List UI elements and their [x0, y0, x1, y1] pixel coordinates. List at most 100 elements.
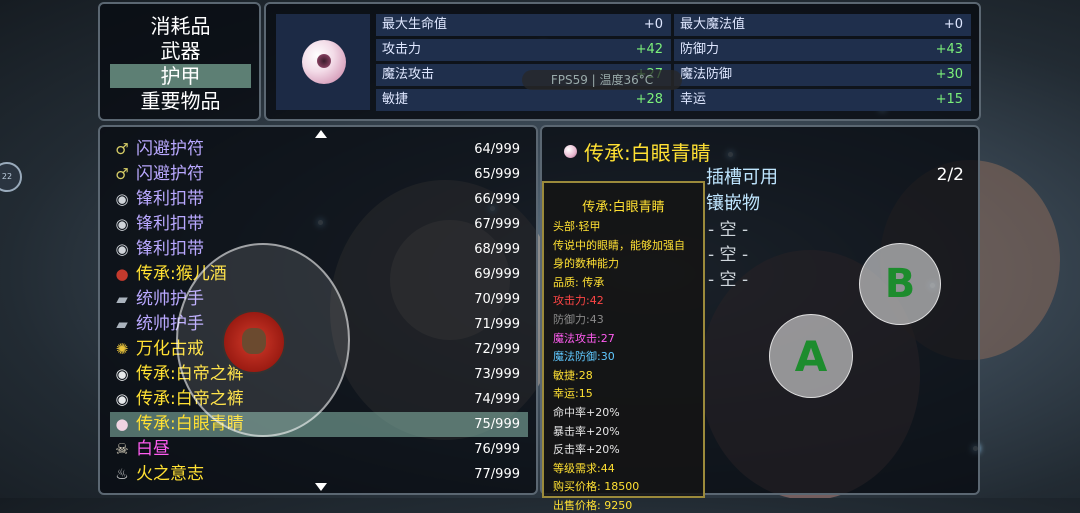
inventory-row[interactable]: ☠ 白昼 76/999	[110, 437, 528, 462]
category-menu: 消耗品 武器 护甲 重要物品	[98, 2, 261, 121]
item-count: 70/999	[474, 292, 520, 307]
item-name: 锋利扣带	[136, 214, 204, 234]
tooltip-line: 魔法攻击:27	[553, 331, 615, 345]
eyeball-icon	[302, 40, 346, 84]
stat-value: +28	[635, 92, 663, 107]
item-count: 71/999	[474, 317, 520, 332]
belt-icon: ◉	[115, 215, 129, 233]
item-count: 72/999	[474, 342, 520, 357]
category-weapons[interactable]: 武器	[110, 39, 251, 63]
inventory-row[interactable]: ♂ 闪避护符 65/999	[110, 162, 528, 187]
tooltip-line: 头部·轻甲	[553, 220, 601, 233]
skull-icon: ☠	[115, 440, 129, 458]
item-count: 68/999	[474, 242, 520, 257]
stat-label: 最大魔法值	[680, 17, 746, 32]
item-count: 77/999	[474, 467, 520, 482]
tooltip-line: 幸运:15	[553, 387, 593, 401]
tooltip-line: 传说中的眼睛，能够加强自	[553, 238, 685, 252]
item-count: 67/999	[474, 217, 520, 232]
stat-value: +0	[643, 17, 663, 32]
tooltip-line: 攻击力:42	[553, 294, 604, 308]
tooltip-line: 反击率+20%	[553, 443, 620, 457]
stat-label: 攻击力	[382, 42, 422, 57]
item-count: 76/999	[474, 442, 520, 457]
joystick-knob[interactable]	[222, 310, 286, 374]
tooltip-line: 品质: 传承	[553, 275, 605, 289]
gauntlet-icon: ▰	[116, 315, 128, 333]
gem-slot[interactable]: - 空 -	[708, 240, 748, 265]
amulet-icon: ♂	[115, 140, 129, 158]
eyeball-icon	[564, 145, 577, 158]
stat-row: 最大魔法值 +0	[674, 14, 971, 36]
belt-icon: ◉	[115, 240, 129, 258]
tooltip-line: 命中率+20%	[553, 406, 620, 419]
b-button[interactable]: B	[859, 243, 941, 325]
item-count: 66/999	[474, 192, 520, 207]
stat-value: +15	[935, 92, 963, 107]
tooltip-title: 传承:白眼青睛	[582, 200, 665, 215]
inventory-row[interactable]: ● 传承:白眼青睛 75/999	[110, 412, 528, 437]
stat-row: 敏捷 +28	[376, 89, 671, 111]
gem-label: 镶嵌物	[706, 193, 760, 214]
gem-slot[interactable]: - 空 -	[708, 265, 748, 290]
category-consumables[interactable]: 消耗品	[110, 14, 251, 38]
stat-label: 防御力	[680, 42, 720, 57]
tooltip-line: 暴击率+20%	[553, 424, 620, 438]
stat-label: 最大生命值	[382, 17, 448, 32]
item-tooltip: 传承:白眼青睛 头部·轻甲传说中的眼睛，能够加强自 身的数种能力 品质: 传承 攻击力…	[542, 181, 705, 512]
stat-label: 敏捷	[382, 92, 409, 107]
stat-label: 魔法防御	[680, 67, 733, 82]
a-button[interactable]: A	[769, 314, 853, 398]
item-name: 闪避护符	[136, 139, 204, 159]
stat-value: +42	[635, 42, 663, 57]
stat-value: +0	[943, 17, 963, 32]
item-preview	[276, 14, 370, 110]
stat-row: 防御力 +43	[674, 39, 971, 61]
item-count: 65/999	[474, 167, 520, 182]
category-armor[interactable]: 护甲	[110, 64, 251, 88]
ring-icon: ✺	[115, 340, 129, 358]
item-name: 火之意志	[136, 464, 204, 484]
item-count: 73/999	[474, 367, 520, 382]
inventory-row[interactable]: ♂ 闪避护符 64/999	[110, 137, 528, 162]
flame-icon: ♨	[115, 465, 129, 483]
tooltip-line: 购买价格: 18500	[553, 480, 640, 494]
stat-row: 最大生命值 +0	[376, 14, 671, 36]
item-count: 69/999	[474, 267, 520, 282]
stat-row: 魔法防御 +30	[674, 64, 971, 86]
tooltip-line: 身的数种能力	[553, 257, 619, 271]
socket-count: 2/2	[936, 165, 964, 185]
stat-row: 攻击力 +42	[376, 39, 671, 61]
gem-slot[interactable]: - 空 -	[708, 215, 748, 240]
stat-row: 幸运 +15	[674, 89, 971, 111]
gauntlet-icon: ▰	[116, 290, 128, 308]
tooltip-line: 魔法防御:30	[553, 350, 615, 364]
belt-icon: ◉	[115, 365, 129, 383]
item-name: 白昼	[136, 439, 170, 459]
item-name: 锋利扣带	[136, 239, 204, 259]
tooltip-line: 出售价格: 9250	[553, 499, 633, 512]
item-name: 闪避护符	[136, 164, 204, 184]
virtual-joystick[interactable]	[176, 243, 350, 437]
tooltip-line: 敏捷:28	[553, 368, 593, 382]
inventory-row[interactable]: ◉ 锋利扣带 67/999	[110, 212, 528, 237]
tooltip-line: 等级需求:44	[553, 461, 615, 475]
tooltip-line: 防御力:43	[553, 313, 604, 326]
inventory-row[interactable]: ◉ 锋利扣带 68/999	[110, 237, 528, 262]
socket-label: 插槽可用	[706, 167, 778, 188]
scroll-down-arrow-icon[interactable]	[315, 483, 327, 491]
belt-icon: ◉	[115, 190, 129, 208]
amulet-icon: ♂	[115, 165, 129, 183]
item-count: 64/999	[474, 142, 520, 157]
eyeball-icon: ●	[115, 415, 129, 433]
item-count: 74/999	[474, 392, 520, 407]
item-count: 75/999	[474, 417, 520, 432]
detail-title: 传承:白眼青睛	[584, 141, 711, 165]
inventory-row[interactable]: ◉ 锋利扣带 66/999	[110, 187, 528, 212]
stat-label: 幸运	[680, 92, 707, 107]
stat-value: +30	[935, 67, 963, 82]
item-name: 锋利扣带	[136, 189, 204, 209]
fps-overlay: FPS59 | 温度36°C	[522, 70, 682, 90]
belt-icon: ◉	[115, 390, 129, 408]
category-key-items[interactable]: 重要物品	[110, 89, 251, 113]
